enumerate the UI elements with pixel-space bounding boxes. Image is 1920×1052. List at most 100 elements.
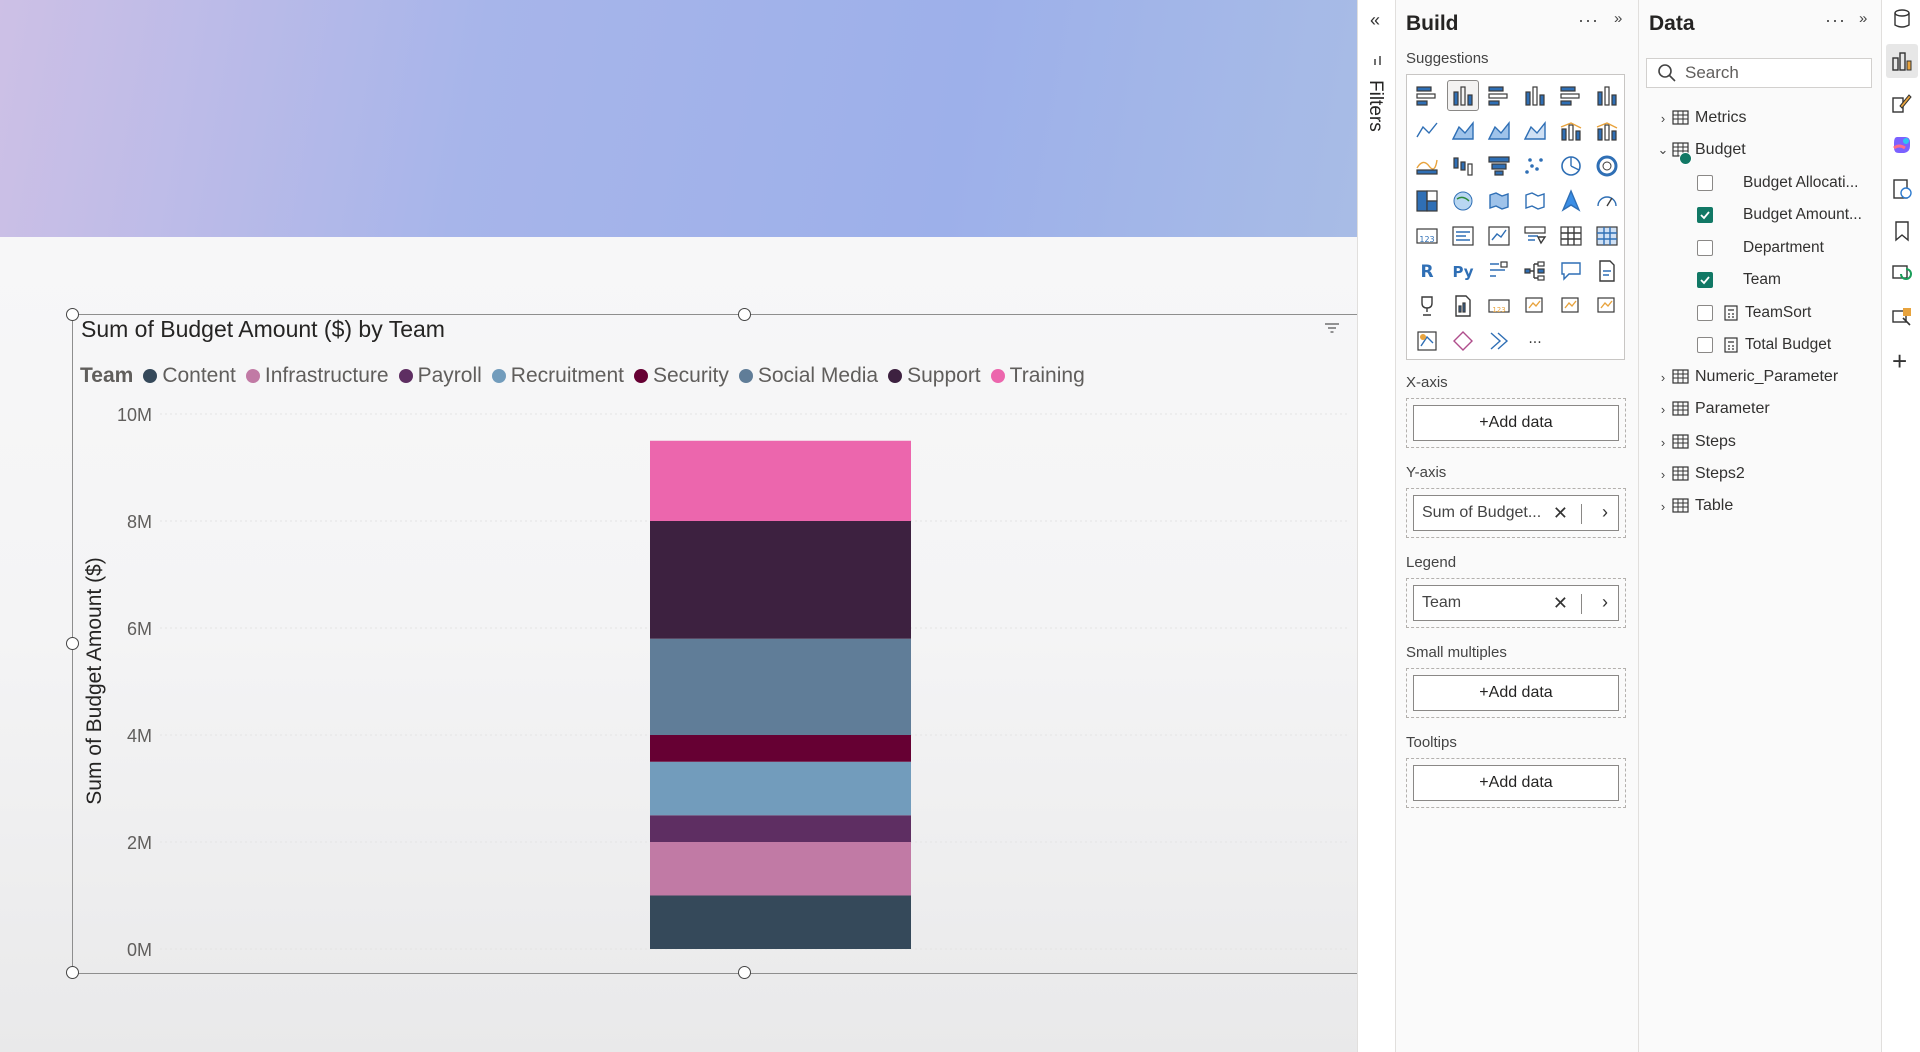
viz-paginated-report[interactable] xyxy=(1591,255,1623,286)
field-row[interactable]: Budget Allocati... xyxy=(1697,174,1858,192)
viz-map[interactable] xyxy=(1447,185,1479,216)
data-collapse-icon[interactable]: » xyxy=(1859,10,1867,27)
performance-analyzer-icon[interactable] xyxy=(1891,178,1913,200)
expand-field-icon[interactable]: › xyxy=(1602,592,1608,613)
field-checkbox[interactable] xyxy=(1697,272,1713,289)
build-more-options[interactable]: ··· xyxy=(1578,10,1599,31)
field-row[interactable]: Budget Amount... xyxy=(1697,206,1862,224)
viz-pie-chart[interactable] xyxy=(1555,150,1587,181)
viz-clustered-bar-chart[interactable] xyxy=(1483,80,1515,111)
viz-treemap[interactable] xyxy=(1411,185,1443,216)
field-checkbox[interactable] xyxy=(1697,207,1713,224)
bar-segment-content[interactable] xyxy=(650,895,911,950)
bookmark-icon[interactable] xyxy=(1891,220,1913,242)
chevron-right-icon[interactable]: › xyxy=(1655,435,1671,450)
tooltips-add-data-button[interactable]: +Add data xyxy=(1413,765,1619,801)
viz-trophy[interactable] xyxy=(1411,290,1443,321)
xaxis-add-data-button[interactable]: +Add data xyxy=(1413,405,1619,441)
viz-matrix[interactable] xyxy=(1591,220,1623,251)
table-numeric_parameter[interactable]: › Numeric_Parameter xyxy=(1655,368,1838,386)
chevron-right-icon[interactable]: › xyxy=(1655,467,1671,482)
viz-donut-chart[interactable] xyxy=(1591,150,1623,181)
copilot-icon[interactable] xyxy=(1891,134,1913,156)
viz-100-stacked-bar-chart[interactable] xyxy=(1555,80,1587,111)
viz-python-visual[interactable]: Py xyxy=(1447,255,1479,286)
viz-kpi[interactable] xyxy=(1483,220,1515,251)
field-checkbox[interactable] xyxy=(1697,337,1713,353)
table-parameter[interactable]: › Parameter xyxy=(1655,400,1770,418)
viz-power-automate[interactable] xyxy=(1555,290,1587,321)
collapse-left-icon[interactable]: « xyxy=(1370,10,1380,31)
field-row[interactable]: Team xyxy=(1697,271,1781,289)
chevron-right-icon[interactable]: › xyxy=(1655,111,1671,126)
viz-filter-visual[interactable] xyxy=(1591,290,1623,321)
build-visual-icon[interactable] xyxy=(1891,50,1913,72)
data-more-options[interactable]: ··· xyxy=(1825,10,1846,31)
viz-multi-row-card[interactable] xyxy=(1447,220,1479,251)
viz-clustered-column-chart[interactable] xyxy=(1519,80,1551,111)
sync-slicers-icon[interactable] xyxy=(1891,262,1913,284)
viz-funnel-chart[interactable] xyxy=(1483,150,1515,181)
chevron-down-icon[interactable]: ⌄ xyxy=(1655,142,1671,158)
bar-segment-social-media[interactable] xyxy=(650,638,911,735)
field-checkbox[interactable] xyxy=(1697,175,1713,191)
viz-line-stacked-column-chart[interactable] xyxy=(1591,115,1623,146)
bar-segment-recruitment[interactable] xyxy=(650,761,911,816)
viz-more-visuals[interactable]: ··· xyxy=(1519,325,1551,356)
chevron-right-icon[interactable]: › xyxy=(1655,370,1671,385)
viz-100-stacked-column-chart[interactable] xyxy=(1591,80,1623,111)
viz-decomposition-tree[interactable] xyxy=(1519,255,1551,286)
bar-segment-security[interactable] xyxy=(650,735,911,762)
field-checkbox[interactable] xyxy=(1697,239,1713,256)
add-pane-icon[interactable]: + xyxy=(1892,346,1907,377)
viz-scatter-chart[interactable] xyxy=(1519,150,1551,181)
viz-power-apps[interactable] xyxy=(1519,290,1551,321)
viz-slicer[interactable] xyxy=(1519,220,1551,251)
filters-rail[interactable]: « Filters xyxy=(1357,0,1396,1052)
field-checkbox[interactable] xyxy=(1697,304,1713,321)
chevron-right-icon[interactable]: › xyxy=(1655,402,1671,417)
viz-key-influencers[interactable] xyxy=(1483,255,1515,286)
viz-waterfall-chart[interactable] xyxy=(1447,150,1479,181)
viz-gauge[interactable] xyxy=(1591,185,1623,216)
table-steps[interactable]: › Steps xyxy=(1655,433,1736,451)
chevron-right-icon[interactable]: › xyxy=(1655,499,1671,514)
yaxis-field-pill[interactable]: Sum of Budget... ✕ › xyxy=(1413,495,1619,531)
viz-stacked-area-chart[interactable] xyxy=(1483,115,1515,146)
table-table[interactable]: › Table xyxy=(1655,497,1733,515)
data-search-input[interactable]: Search xyxy=(1646,58,1872,88)
viz-stacked-column-chart[interactable] xyxy=(1447,80,1479,111)
viz-smart-narrative[interactable] xyxy=(1447,290,1479,321)
viz-metrics[interactable]: 123 xyxy=(1483,290,1515,321)
viz-azure-map[interactable] xyxy=(1555,185,1587,216)
selection-pane-icon[interactable] xyxy=(1891,306,1913,328)
table-steps2[interactable]: › Steps2 xyxy=(1655,465,1745,483)
viz-r-visual[interactable]: R xyxy=(1411,255,1443,286)
viz-stacked-bar-chart[interactable] xyxy=(1411,80,1443,111)
viz-100-stacked-area-chart[interactable] xyxy=(1519,115,1551,146)
build-collapse-icon[interactable]: » xyxy=(1614,10,1622,27)
format-visual-icon[interactable] xyxy=(1891,92,1913,114)
viz-ribbon-chart[interactable] xyxy=(1411,150,1443,181)
viz-area-chart[interactable] xyxy=(1447,115,1479,146)
field-row[interactable]: Total Budget xyxy=(1697,336,1831,354)
remove-field-icon[interactable]: ✕ xyxy=(1553,593,1568,614)
bar-segment-training[interactable] xyxy=(650,440,911,521)
viz-line-chart[interactable] xyxy=(1411,115,1443,146)
viz-custom-visual-2[interactable] xyxy=(1447,325,1479,356)
small-multiples-add-data-button[interactable]: +Add data xyxy=(1413,675,1619,711)
remove-field-icon[interactable]: ✕ xyxy=(1553,503,1568,524)
viz-line-clustered-column-chart[interactable] xyxy=(1555,115,1587,146)
filters-label[interactable]: Filters xyxy=(1364,80,1386,132)
bar-segment-support[interactable] xyxy=(650,521,911,639)
field-row[interactable]: Department xyxy=(1697,239,1824,257)
data-model-icon[interactable] xyxy=(1891,8,1913,30)
viz-table[interactable] xyxy=(1555,220,1587,251)
viz-filled-map[interactable] xyxy=(1483,185,1515,216)
field-row[interactable]: TeamSort xyxy=(1697,304,1811,322)
viz-custom-visual-3[interactable] xyxy=(1483,325,1515,356)
bar-segment-infrastructure[interactable] xyxy=(650,842,911,896)
table-budget[interactable]: ⌄ Budget xyxy=(1655,141,1746,165)
viz-card[interactable]: 123 xyxy=(1411,220,1443,251)
viz-shape-map[interactable] xyxy=(1519,185,1551,216)
